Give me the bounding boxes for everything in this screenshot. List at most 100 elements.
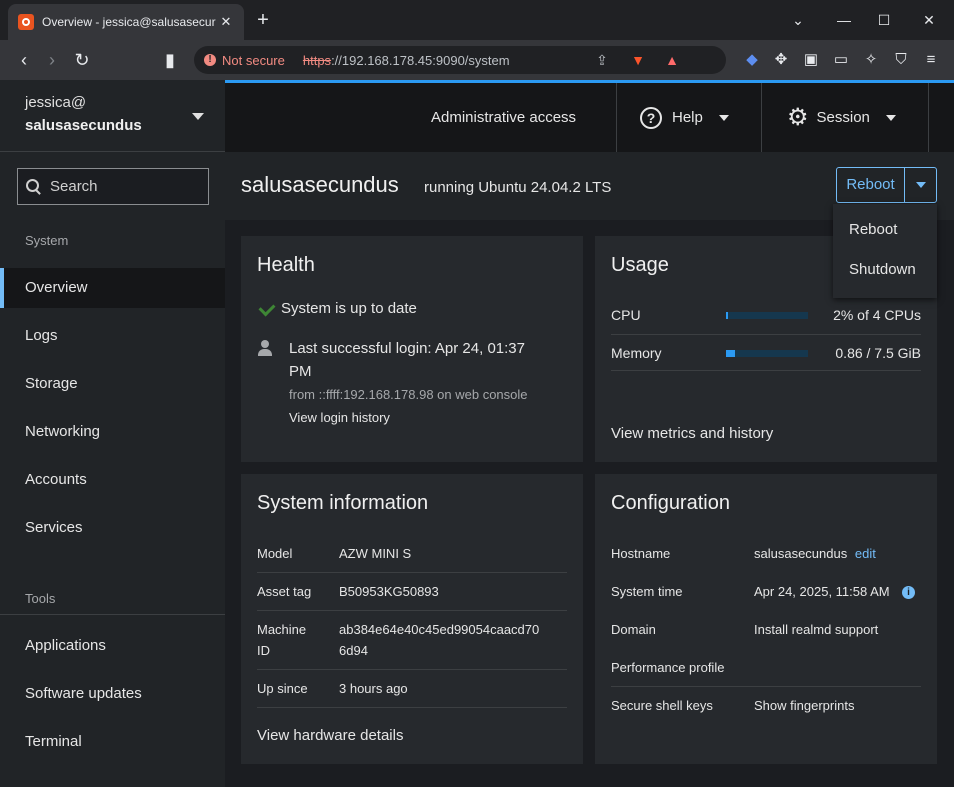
ssh-fingerprints-link[interactable]: Show fingerprints <box>754 698 854 713</box>
address-bar[interactable]: ! Not secure https://192.168.178.45:9090… <box>194 46 726 74</box>
sidebar-item-software-updates[interactable]: Software updates <box>0 674 225 714</box>
browser-tab[interactable]: Overview - jessica@salusasecur ✕ <box>8 4 244 40</box>
asset-tag-value: B50953KG50893 <box>339 584 439 599</box>
help-label: Help <box>672 109 703 126</box>
sidebar-toggle-icon[interactable]: ▣ <box>801 50 821 70</box>
menu-icon[interactable]: ≡ <box>921 50 941 70</box>
domain-link[interactable]: Install realmd support <box>754 622 878 637</box>
sidebar-item-networking[interactable]: Networking <box>0 412 225 452</box>
row-divider <box>257 669 567 670</box>
sidebar-item-overview[interactable]: Overview <box>0 268 225 308</box>
search-placeholder: Search <box>50 178 98 195</box>
hostname-text: salusasecundus <box>754 546 848 561</box>
configuration-card: Configuration Hostname salusasecundus ed… <box>595 474 937 764</box>
url-scheme: https <box>302 52 332 68</box>
brave-shields-icon[interactable]: ▼ <box>630 52 646 68</box>
memory-bar <box>726 350 808 357</box>
row-divider <box>257 707 567 708</box>
sidebar-item-terminal[interactable]: Terminal <box>0 722 225 762</box>
cpu-bar-fill <box>726 312 728 319</box>
forward-icon[interactable]: › <box>40 48 64 72</box>
reboot-menu-toggle[interactable] <box>905 168 936 202</box>
configuration-title: Configuration <box>611 492 730 514</box>
hardware-details-link[interactable]: View hardware details <box>257 727 403 744</box>
bookmark-icon[interactable]: ▮ <box>158 48 182 72</box>
bitwarden-extension-icon[interactable]: ◆ <box>742 50 762 70</box>
machine-id-value-cont: 6d94 <box>339 643 368 658</box>
search-input[interactable]: Search <box>17 168 209 205</box>
sidebar-divider <box>0 614 225 615</box>
system-time-label: System time <box>611 584 683 599</box>
new-tab-icon[interactable]: + <box>252 10 274 32</box>
last-login: Last successful login: Apr 24, 01:37 <box>289 340 525 357</box>
extensions-icon[interactable]: ✥ <box>771 50 791 70</box>
reboot-button[interactable]: Reboot <box>837 168 905 202</box>
help-caret-icon <box>718 114 729 121</box>
sidebar-item-logs[interactable]: Logs <box>0 316 225 356</box>
topbar-separator <box>928 83 929 152</box>
sidebar-item-services[interactable]: Services <box>0 508 225 548</box>
vpn-shield-icon[interactable]: ⛉ <box>891 50 911 70</box>
domain-label: Domain <box>611 622 656 637</box>
os-subtitle: running Ubuntu 24.04.2 LTS <box>424 179 612 196</box>
session-caret-icon <box>885 114 896 121</box>
maximize-icon[interactable]: ☐ <box>872 8 896 32</box>
row-divider <box>257 610 567 611</box>
up-since-label: Up since <box>257 681 308 696</box>
browser-tabstrip: Overview - jessica@salusasecur ✕ + ⌄ — ☐… <box>0 0 954 40</box>
sidebar-item-storage[interactable]: Storage <box>0 364 225 404</box>
leo-ai-icon[interactable]: ✧ <box>861 50 881 70</box>
topbar-separator <box>761 83 762 152</box>
tab-search-chevron-icon[interactable]: ⌄ <box>786 8 810 32</box>
tab-close-icon[interactable]: ✕ <box>216 12 236 32</box>
help-button[interactable]: ? Help <box>640 83 729 152</box>
ssh-keys-label: Secure shell keys <box>611 698 713 713</box>
section-tools: Tools <box>25 591 56 606</box>
check-icon <box>258 299 276 317</box>
row-divider <box>611 370 921 371</box>
reload-icon[interactable]: ↻ <box>70 48 94 72</box>
admin-access-button[interactable]: Administrative access <box>431 83 576 152</box>
host-caret-icon[interactable] <box>192 113 204 120</box>
help-icon: ? <box>640 106 662 129</box>
search-icon <box>26 178 42 195</box>
hostname-edit-link[interactable]: edit <box>855 546 876 561</box>
back-icon[interactable]: ‹ <box>12 48 36 72</box>
metrics-link[interactable]: View metrics and history <box>611 425 773 442</box>
host-switcher[interactable]: jessica@ salusasecundus <box>0 80 225 152</box>
system-time-link[interactable]: Apr 24, 2025, 11:58 AM <box>754 584 890 599</box>
usage-title: Usage <box>611 254 669 276</box>
health-card: Health System is up to date Last success… <box>241 236 583 462</box>
page-title: salusasecundus <box>241 172 399 197</box>
health-title: Health <box>257 254 315 276</box>
hostname-value: salusasecundus edit <box>754 546 876 561</box>
share-icon[interactable]: ⇪ <box>594 52 610 68</box>
sidebar-item-applications[interactable]: Applications <box>0 626 225 666</box>
menu-item-shutdown[interactable]: Shutdown <box>833 250 937 290</box>
brave-rewards-icon[interactable]: ▲ <box>664 52 680 68</box>
cpu-value: 2% of 4 CPUs <box>833 307 921 323</box>
wallet-icon[interactable]: ▭ <box>831 50 851 70</box>
model-value: AZW MINI S <box>339 546 412 561</box>
power-dropdown-menu: Reboot Shutdown <box>833 204 937 298</box>
system-info-title: System information <box>257 492 429 514</box>
row-divider <box>611 334 921 335</box>
gear-icon: ⚙ <box>787 103 809 131</box>
minimize-icon[interactable]: — <box>832 8 856 32</box>
sidebar-item-accounts[interactable]: Accounts <box>0 460 225 500</box>
menu-item-reboot[interactable]: Reboot <box>833 210 937 250</box>
tab-title: Overview - jessica@salusasecur <box>42 15 216 29</box>
user-icon <box>258 340 272 356</box>
last-login-cont: PM <box>289 363 312 380</box>
cpu-label: CPU <box>611 307 641 323</box>
close-window-icon[interactable]: ✕ <box>917 8 941 32</box>
session-button[interactable]: ⚙ Session <box>787 83 896 152</box>
ubuntu-favicon-icon <box>18 14 34 30</box>
login-history-link[interactable]: View login history <box>289 410 390 425</box>
info-icon[interactable]: i <box>902 586 915 599</box>
asset-tag-label: Asset tag <box>257 584 312 599</box>
section-system: System <box>25 233 69 248</box>
not-secure-label[interactable]: Not secure <box>222 53 285 68</box>
memory-bar-fill <box>726 350 735 357</box>
model-label: Model <box>257 546 293 561</box>
